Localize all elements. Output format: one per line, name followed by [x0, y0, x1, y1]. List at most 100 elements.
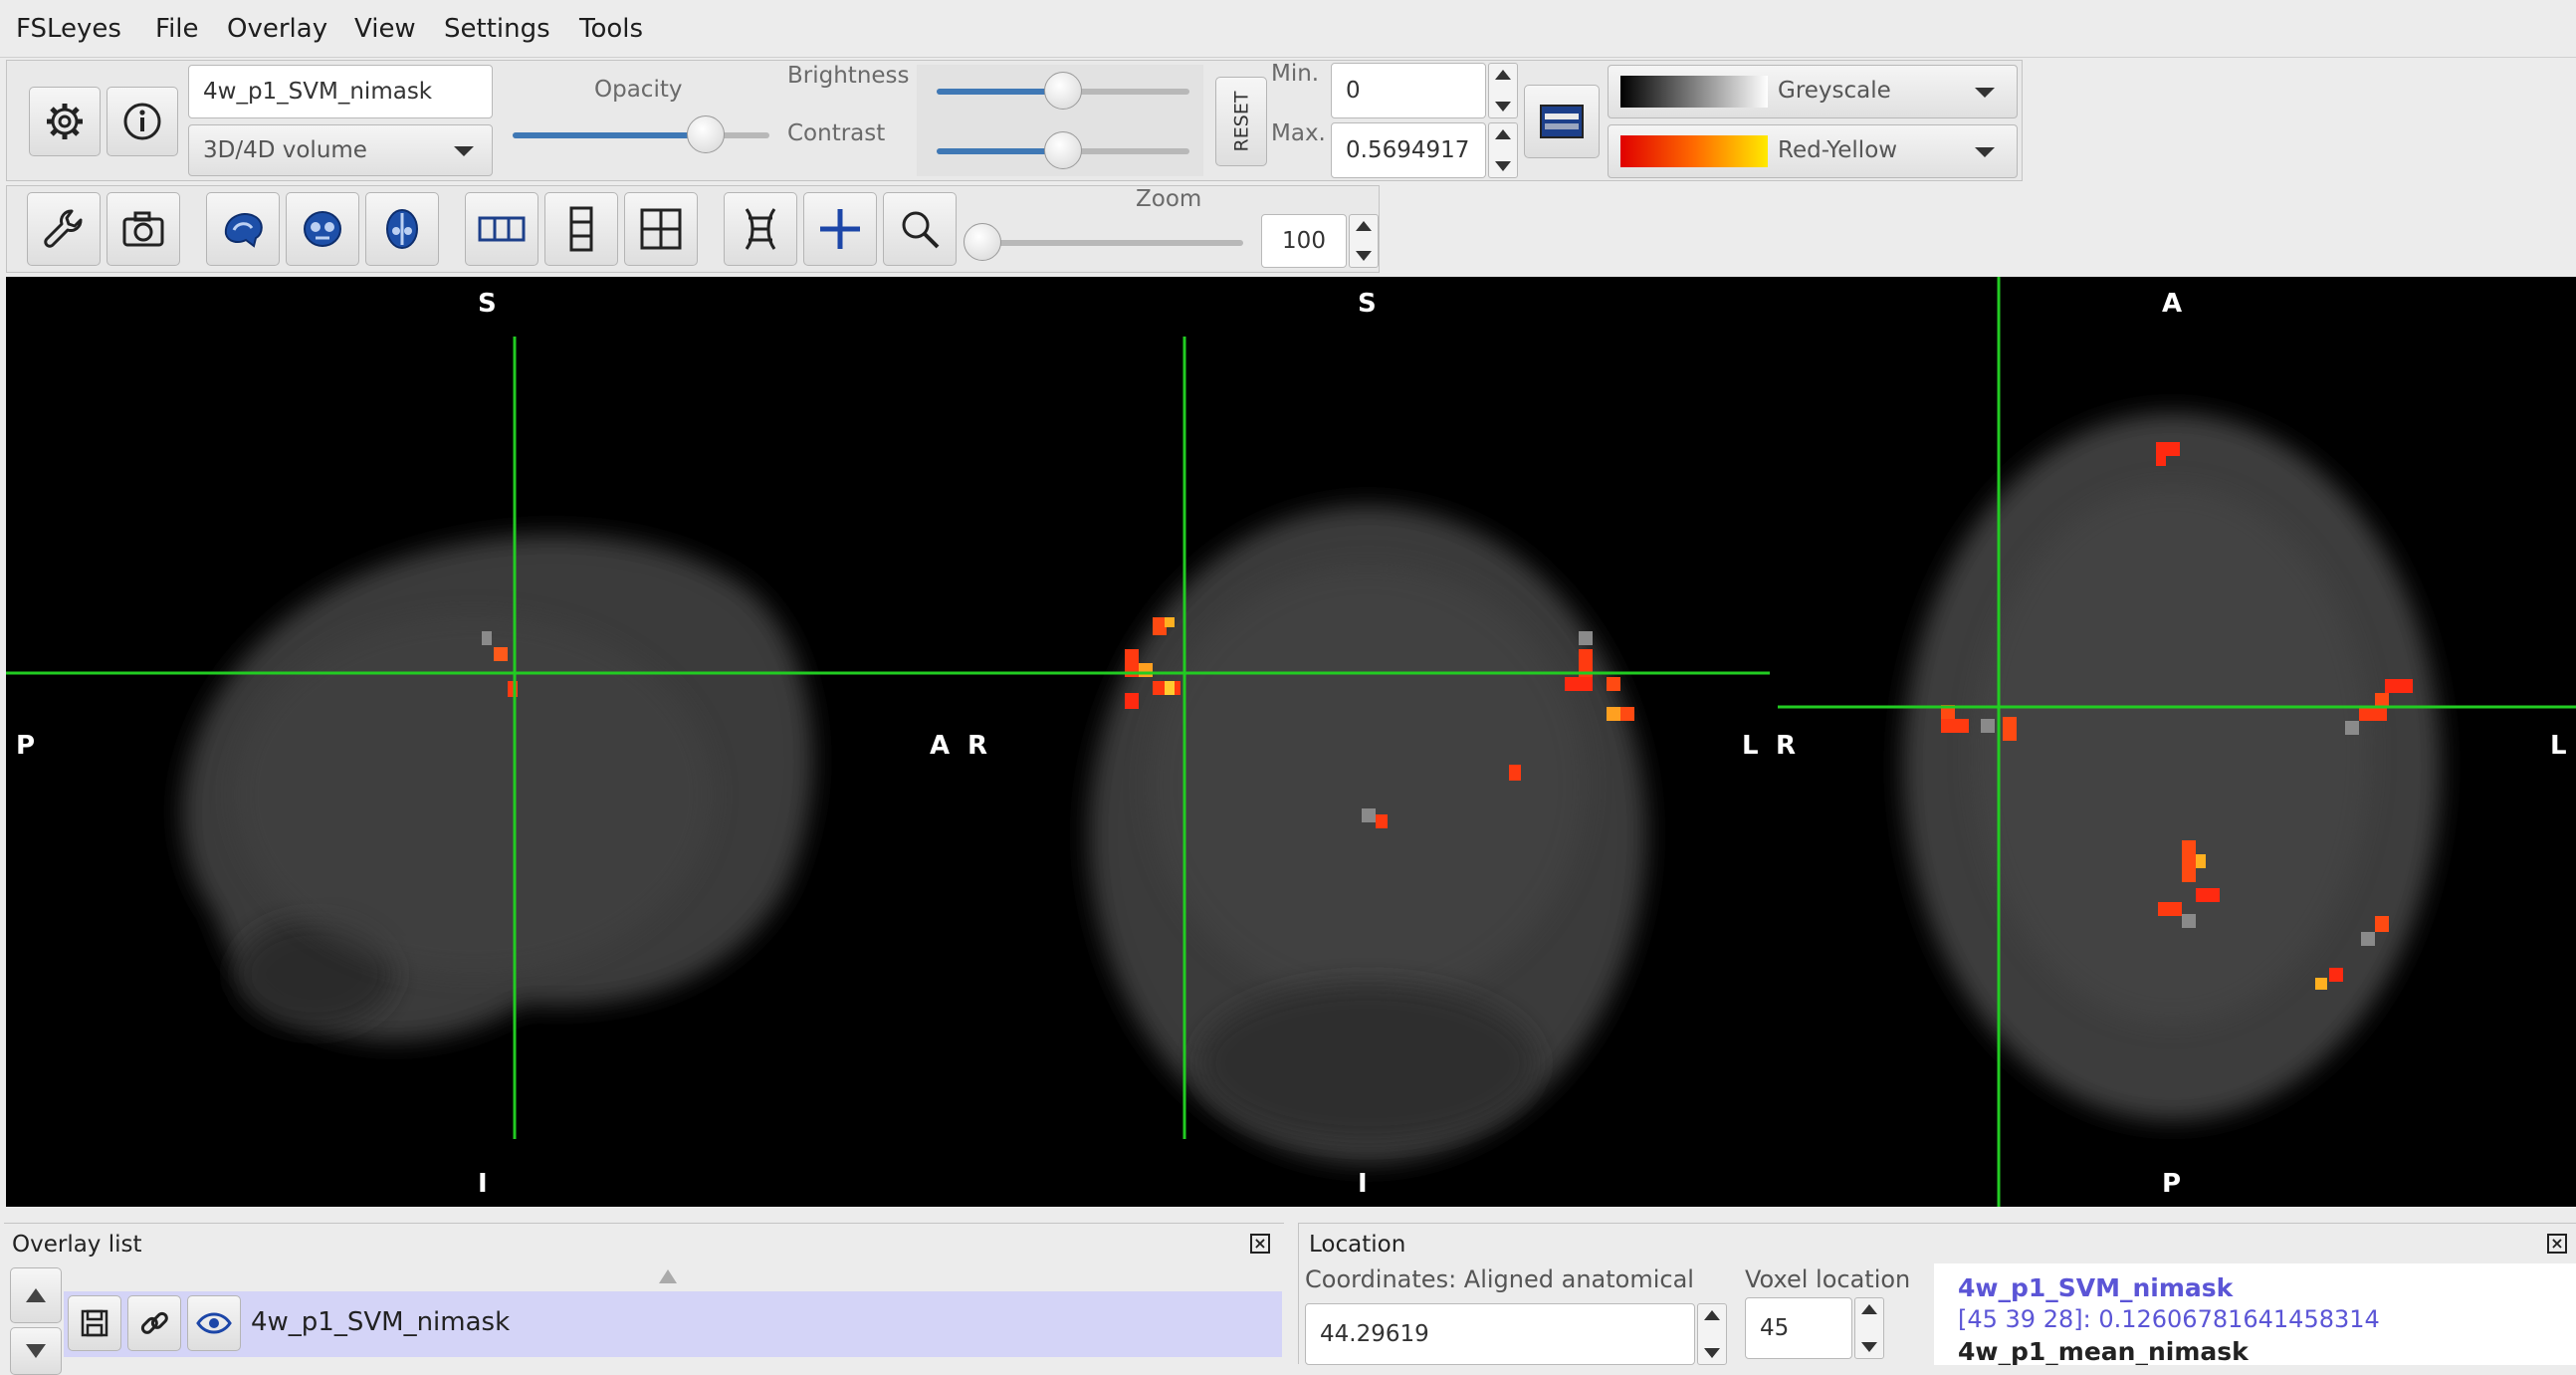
scroll-up-icon[interactable]: [659, 1269, 677, 1283]
overlay-info-button[interactable]: [107, 87, 178, 156]
reset-label: RESET: [1230, 91, 1253, 152]
arrow-down-icon[interactable]: [1356, 251, 1372, 261]
arrow-down-icon[interactable]: [1495, 102, 1511, 112]
link-overlay-button[interactable]: [127, 1295, 181, 1351]
toggle-axial-button[interactable]: [365, 192, 439, 266]
max-spinner[interactable]: [1488, 122, 1518, 178]
coordinate-x-spinner[interactable]: [1697, 1303, 1727, 1365]
info-overlay-name-2: 4w_p1_mean_nimask: [1958, 1337, 2249, 1365]
close-icon[interactable]: ×: [2547, 1234, 2567, 1254]
arrow-up-icon: [26, 1288, 46, 1302]
overlay-name-field[interactable]: 4w_p1_SVM_nimask: [188, 65, 493, 118]
min-spinner[interactable]: [1488, 63, 1518, 118]
visibility-toggle-button[interactable]: [187, 1295, 241, 1351]
contrast-slider-handle[interactable]: [1044, 131, 1082, 169]
arrow-up-icon[interactable]: [1861, 1304, 1877, 1314]
arrow-down-icon: [26, 1344, 46, 1358]
arrow-up-icon[interactable]: [1495, 129, 1511, 139]
arrow-down-icon[interactable]: [1495, 161, 1511, 171]
move-up-button[interactable]: [10, 1267, 62, 1323]
menu-file[interactable]: File: [155, 14, 199, 44]
move-down-button[interactable]: [10, 1327, 62, 1375]
toggle-sagittal-button[interactable]: [206, 192, 280, 266]
min-value-field[interactable]: 0: [1331, 63, 1486, 118]
overlay-type-value: 3D/4D volume: [203, 137, 367, 163]
sagittal-view[interactable]: [182, 535, 813, 1041]
link-icon: [140, 1311, 168, 1334]
max-value-field[interactable]: 0.5694917: [1331, 122, 1486, 178]
location-title: Location: [1309, 1232, 1406, 1258]
voxel-x-field[interactable]: 45: [1745, 1297, 1852, 1359]
axial-label-right: L: [2550, 731, 2567, 761]
axial-label-left: R: [1776, 731, 1797, 761]
colormap-dropdown[interactable]: Greyscale: [1608, 65, 2018, 118]
ortho-toolbar: Zoom 100: [6, 185, 1380, 273]
coordinate-x-field[interactable]: 44.29619: [1305, 1303, 1695, 1365]
overlay-type-dropdown[interactable]: 3D/4D volume: [188, 124, 493, 176]
menu-overlay[interactable]: Overlay: [227, 14, 327, 44]
arrow-down-icon[interactable]: [1704, 1348, 1720, 1358]
arrow-up-icon[interactable]: [1356, 221, 1372, 231]
zoom-button[interactable]: [883, 192, 957, 266]
zoom-value-field[interactable]: 100: [1261, 214, 1347, 268]
zoom-spinner[interactable]: [1349, 214, 1379, 268]
info-icon: [123, 103, 161, 140]
horizontal-layout-icon: [478, 216, 526, 242]
ortho-canvas[interactable]: [6, 277, 2576, 1207]
menu-fsleyes[interactable]: FSLeyes: [16, 14, 121, 44]
info-overlay-name-1: 4w_p1_SVM_nimask: [1958, 1273, 2234, 1302]
coronal-brain-icon: [304, 211, 341, 247]
toggle-cursor-button[interactable]: [803, 192, 877, 266]
coronal-view[interactable]: [1089, 506, 1646, 1163]
max-label: Max.: [1271, 120, 1326, 146]
reset-button[interactable]: RESET: [1215, 77, 1267, 166]
view-settings-button[interactable]: [27, 192, 101, 266]
ortho-viewer[interactable]: S I P A S I R L A P R L: [6, 277, 2576, 1207]
info-overlay-value-1: [45 39 28]: 0.12606781641458314: [1958, 1305, 2380, 1333]
sagittal-label-left: P: [16, 731, 36, 761]
sagittal-label-right: A: [930, 731, 951, 761]
arrow-down-icon[interactable]: [1861, 1342, 1877, 1352]
brightness-label: Brightness: [787, 63, 910, 89]
save-overlay-button[interactable]: [68, 1295, 121, 1351]
save-icon: [81, 1309, 108, 1337]
movie-mode-button[interactable]: [724, 192, 797, 266]
toggle-coronal-button[interactable]: [286, 192, 359, 266]
menu-tools[interactable]: Tools: [579, 14, 643, 44]
sagittal-label-top: S: [478, 289, 497, 319]
overlay-list-item-name: 4w_p1_SVM_nimask: [251, 1307, 511, 1337]
brightness-slider-handle[interactable]: [1044, 72, 1082, 110]
menu-settings[interactable]: Settings: [444, 14, 550, 44]
coronal-label-bottom: I: [1358, 1169, 1368, 1199]
menu-view[interactable]: View: [354, 14, 416, 44]
contrast-label: Contrast: [787, 120, 886, 146]
close-icon[interactable]: ×: [1250, 1234, 1270, 1254]
grid-layout-button[interactable]: [624, 192, 698, 266]
screenshot-button[interactable]: [107, 192, 180, 266]
voxel-x-spinner[interactable]: [1854, 1297, 1884, 1359]
zoom-slider-handle[interactable]: [964, 223, 1002, 261]
overlay-list-item[interactable]: 4w_p1_SVM_nimask: [64, 1291, 1282, 1357]
chevron-down-icon: [1975, 88, 1995, 98]
eye-icon: [196, 1312, 232, 1334]
zoom-label: Zoom: [1136, 186, 1202, 212]
arrow-up-icon[interactable]: [1704, 1310, 1720, 1320]
negative-colormap-dropdown[interactable]: Red-Yellow: [1608, 124, 2018, 178]
crosshair-icon: [820, 209, 860, 249]
min-label: Min.: [1271, 61, 1320, 87]
overlay-settings-button[interactable]: [29, 87, 101, 156]
camera-icon: [122, 211, 164, 247]
axial-label-top: A: [2162, 289, 2183, 319]
overlay-display-toolbar: 4w_p1_SVM_nimask 3D/4D volume Opacity Br…: [6, 60, 2023, 181]
grid-layout-icon: [640, 208, 682, 250]
axial-view[interactable]: [1903, 413, 2441, 1120]
sagittal-label-bottom: I: [478, 1169, 488, 1199]
vertical-layout-button[interactable]: [544, 192, 618, 266]
opacity-slider-handle[interactable]: [686, 115, 725, 153]
overlay-list-title: Overlay list: [12, 1232, 142, 1258]
horizontal-layout-button[interactable]: [465, 192, 538, 266]
arrow-up-icon[interactable]: [1495, 70, 1511, 80]
greyscale-swatch: [1620, 76, 1768, 108]
colorbar-toggle-button[interactable]: [1524, 85, 1600, 158]
sagittal-brain-icon: [224, 213, 263, 248]
